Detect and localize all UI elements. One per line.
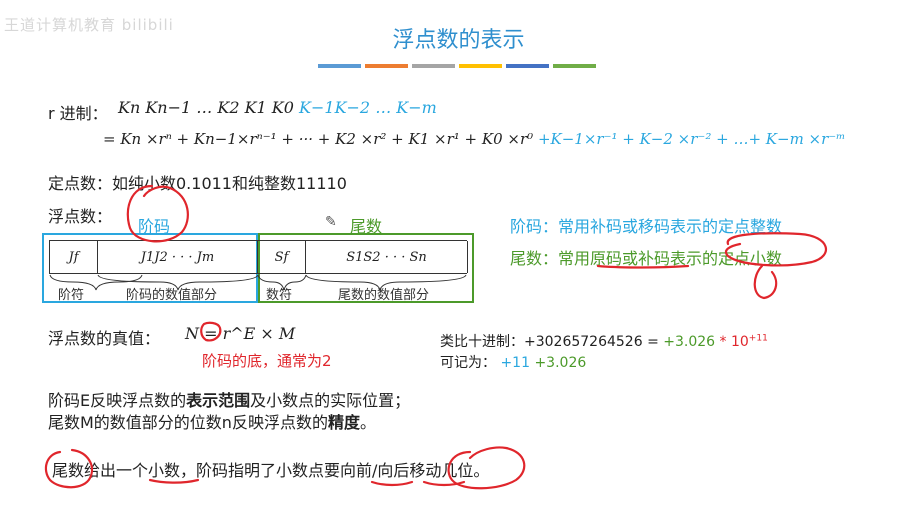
circle-base-r <box>200 321 222 342</box>
circle-mantissa-word <box>44 448 94 489</box>
circle-fixed-fraction <box>724 232 828 267</box>
underline-original-code <box>596 264 690 269</box>
underline-forward <box>370 480 414 487</box>
handwritten-annotations <box>44 184 828 490</box>
circle-exponent-label <box>126 184 189 243</box>
hook-mark <box>753 264 778 300</box>
underline-fraction <box>148 478 200 484</box>
